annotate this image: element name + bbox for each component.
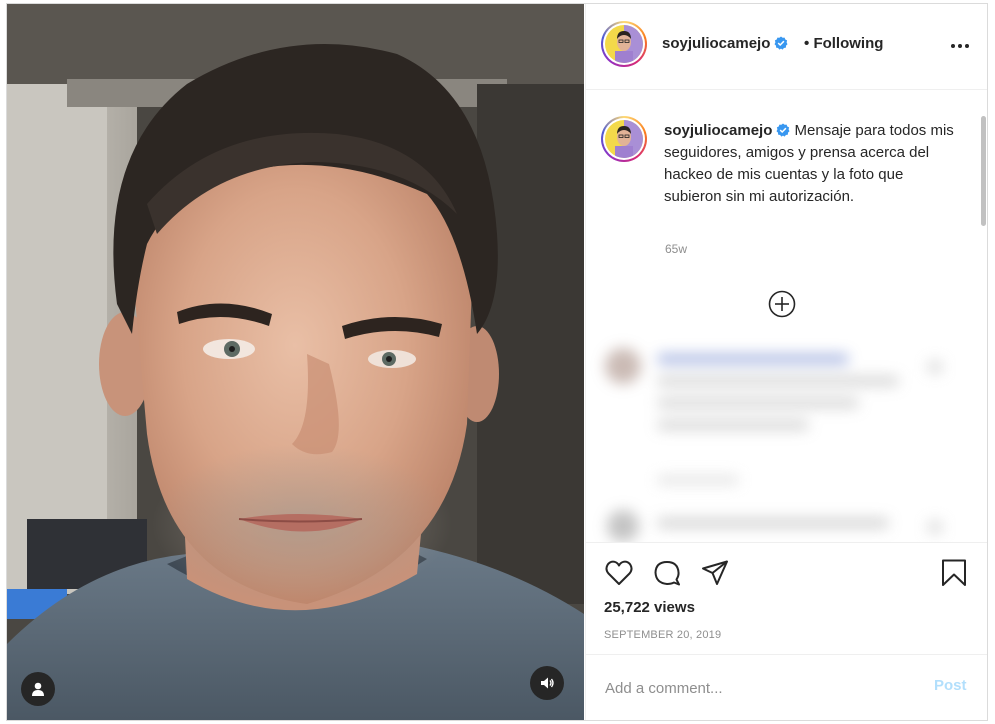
post-actions: 25,722 views SEPTEMBER 20, 2019 [586,542,987,655]
comment-input[interactable] [603,675,907,701]
paper-plane-icon[interactable] [700,558,730,588]
blurred-comments [605,348,942,542]
more-options-icon[interactable] [948,36,972,56]
caption: soyjuliocamejo Mensaje para todos mis se… [664,120,964,208]
heart-icon[interactable] [604,558,634,588]
caption-avatar-image [605,120,643,158]
following-label[interactable]: Following [813,35,883,52]
following-button[interactable]: • Following [804,35,883,52]
plus-circle-icon[interactable] [767,289,797,319]
video-frame-image [7,4,584,720]
post-video[interactable] [7,4,584,720]
avatar[interactable] [601,21,647,67]
audio-toggle-button[interactable] [530,666,564,700]
caption-avatar[interactable] [601,116,647,162]
header-username-text[interactable]: soyjuliocamejo [662,35,770,52]
user-tag-button[interactable] [21,672,55,706]
post-comment-button[interactable]: Post [934,677,967,694]
comment-icon[interactable] [652,558,682,588]
avatar-image [605,25,643,63]
follow-separator: • [804,35,810,52]
post-side-panel: soyjuliocamejo • Following soyjuliocamej… [585,4,987,720]
comments-scrollbar[interactable] [981,116,986,226]
post-date[interactable]: SEPTEMBER 20, 2019 [604,629,721,641]
header-username[interactable]: soyjuliocamejo [662,35,788,52]
caption-time-ago[interactable]: 65w [665,242,687,256]
user-icon [32,682,44,696]
comments-list[interactable]: soyjuliocamejo Mensaje para todos mis se… [586,90,987,542]
speaker-icon [541,677,554,689]
verified-badge-icon [776,123,790,137]
verified-badge-icon [774,36,788,50]
post-header: soyjuliocamejo • Following [586,4,987,90]
bookmark-icon[interactable] [939,558,969,588]
caption-username[interactable]: soyjuliocamejo [664,122,772,139]
add-comment-form: Post [586,654,987,720]
post-dialog: soyjuliocamejo • Following soyjuliocamej… [6,3,988,721]
view-count[interactable]: 25,722 views [604,599,695,616]
